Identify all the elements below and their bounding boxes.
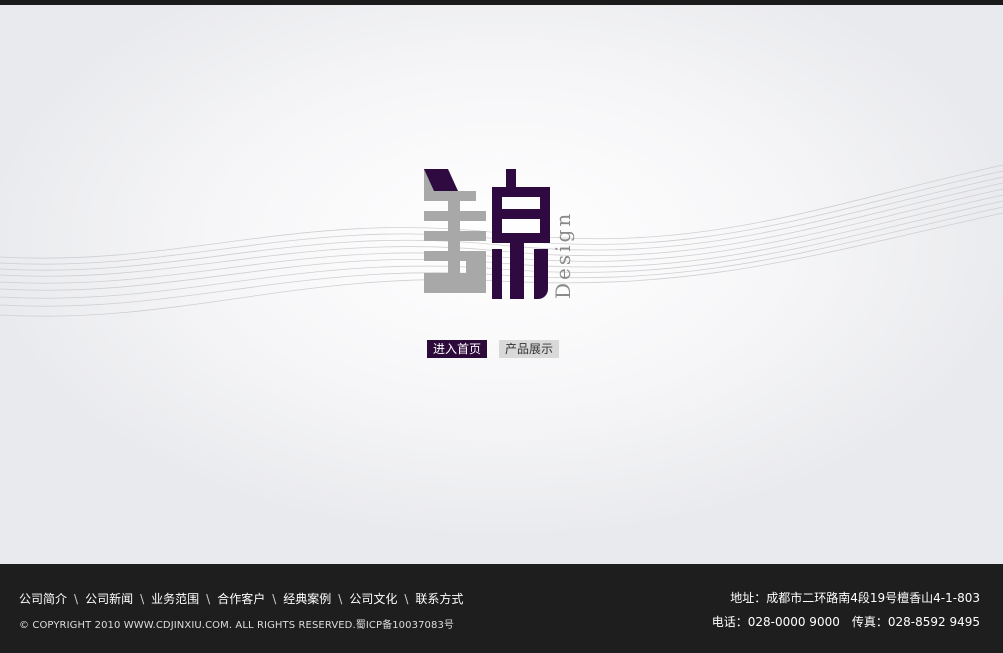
footer-link-about[interactable]: 公司简介 [19, 592, 67, 606]
footer-separator: \ [140, 592, 145, 606]
brand-logo: Design [424, 169, 575, 299]
footer: 公司简介 \ 公司新闻 \ 业务范围 \ 合作客户 \ 经典案例 \ 公司文化 \ 联系方式 © COP… [0, 564, 1003, 653]
footer-separator: \ [74, 592, 79, 606]
footer-link-news[interactable]: 公司新闻 [85, 592, 133, 606]
address-text: 地址：成都市二环路南4段19号檀香山4-1-803 [730, 591, 980, 605]
contact-info: 地址：成都市二环路南4段19号檀香山4-1-803 电话：028-0000 90… [712, 590, 980, 638]
footer-separator: \ [272, 592, 277, 606]
splash-stage: Design 进入首页 产品展示 [0, 5, 1003, 564]
wordmark-design: Design [551, 211, 575, 299]
footer-link-cases[interactable]: 经典案例 [283, 592, 331, 606]
footer-link-clients[interactable]: 合作客户 [217, 592, 265, 606]
copyright-text: © COPYRIGHT 2010 WWW.CDJINXIU.COM. ALL R… [19, 620, 455, 631]
footer-link-culture[interactable]: 公司文化 [349, 592, 397, 606]
phone-fax-line: 电话：028-0000 9000 传真：028-8592 9495 [712, 614, 980, 638]
products-button[interactable]: 产品展示 [499, 340, 559, 358]
footer-link-services[interactable]: 业务范围 [151, 592, 199, 606]
fax-text: 传真：028-8592 9495 [851, 615, 980, 629]
enter-home-button[interactable]: 进入首页 [427, 340, 487, 358]
footer-separator: \ [404, 592, 409, 606]
footer-separator: \ [338, 592, 343, 606]
phone-text: 电话：028-0000 9000 [711, 615, 840, 629]
footer-link-contact[interactable]: 联系方式 [415, 592, 463, 606]
footer-separator: \ [206, 592, 211, 606]
footer-nav: 公司简介 \ 公司新闻 \ 业务范围 \ 合作客户 \ 经典案例 \ 公司文化 \ 联系方式 [19, 590, 463, 607]
